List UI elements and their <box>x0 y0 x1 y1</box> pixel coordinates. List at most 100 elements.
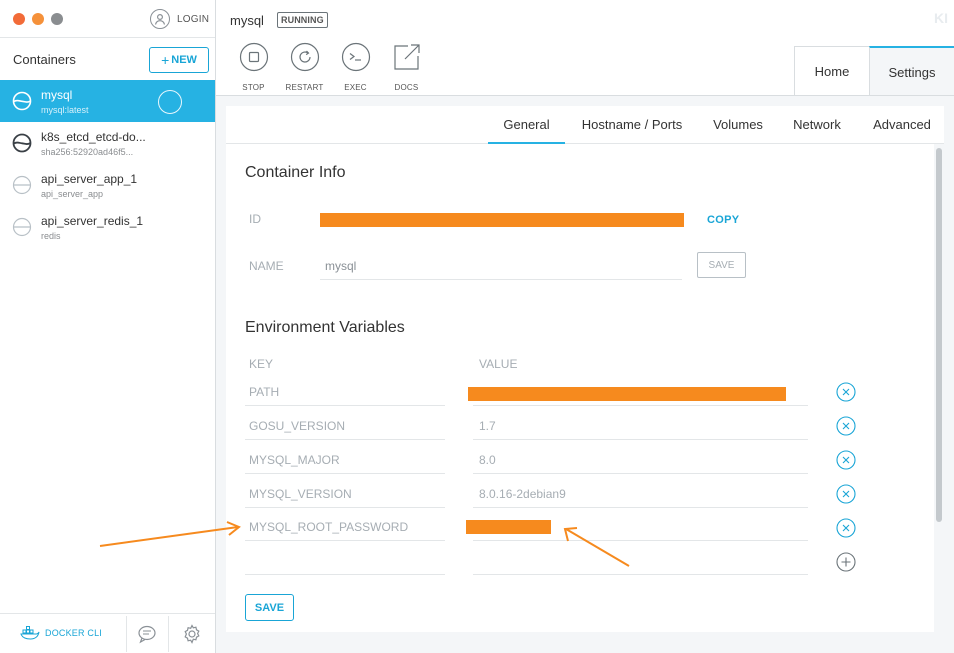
add-env-icon[interactable] <box>836 552 856 572</box>
new-key-input[interactable] <box>245 574 445 575</box>
kitematic-logo: KI <box>934 10 948 26</box>
stop-label: STOP <box>242 83 265 92</box>
key-underline <box>245 405 445 406</box>
container-list: mysql mysql:latest k8s_etcd_etcd-do... s… <box>0 80 215 248</box>
value-underline <box>473 507 808 508</box>
key-underline <box>245 473 445 474</box>
remove-env-icon[interactable] <box>836 518 856 538</box>
window-maximize-button[interactable] <box>51 13 63 25</box>
subtab-advanced[interactable]: Advanced <box>866 106 938 144</box>
container-running-icon <box>12 91 32 111</box>
containers-title: Containers <box>13 52 76 67</box>
env-key-input[interactable]: MYSQL_ROOT_PASSWORD <box>249 520 408 534</box>
subtab-volumes[interactable]: Volumes <box>706 106 770 144</box>
env-value-input[interactable]: 1.7 <box>479 419 496 433</box>
key-underline <box>245 507 445 508</box>
id-label: ID <box>249 212 261 226</box>
container-image: sha256:52920ad46f5... <box>41 147 134 157</box>
subtab-general[interactable]: General <box>488 106 565 144</box>
container-item-k8s-etcd[interactable]: k8s_etcd_etcd-do... sha256:52920ad46f5..… <box>0 122 215 164</box>
settings-subtabs: General Hostname / Ports Volumes Network… <box>226 106 944 144</box>
divider <box>126 616 127 652</box>
value-underline <box>473 540 808 541</box>
container-item-mysql[interactable]: mysql mysql:latest <box>0 80 215 122</box>
gear-icon <box>184 624 200 644</box>
subtab-network[interactable]: Network <box>786 106 848 144</box>
sidebar-footer: DOCKER CLI <box>0 613 215 653</box>
remove-env-icon[interactable] <box>836 450 856 470</box>
window-minimize-button[interactable] <box>32 13 44 25</box>
docker-whale-icon <box>20 626 40 640</box>
status-badge: RUNNING <box>277 12 328 28</box>
general-settings-content: Container Info ID COPY NAME mysql SAVE E… <box>226 144 934 632</box>
restart-button[interactable]: RESTART <box>279 42 330 92</box>
container-name: api_server_app_1 <box>41 172 138 186</box>
container-id-redacted <box>320 213 684 227</box>
exec-icon <box>341 42 370 72</box>
scrollbar[interactable] <box>934 144 944 632</box>
container-item-api-server-app[interactable]: api_server_app_1 api_server_app <box>0 164 215 206</box>
new-button-label: NEW <box>171 54 197 66</box>
env-key-input[interactable]: MYSQL_VERSION <box>249 487 352 501</box>
save-env-button[interactable]: SAVE <box>245 594 294 621</box>
container-image: redis <box>41 231 61 241</box>
value-header: VALUE <box>479 357 518 371</box>
user-icon <box>150 9 170 29</box>
restart-label: RESTART <box>285 83 324 92</box>
remove-env-icon[interactable] <box>836 484 856 504</box>
container-image: mysql:latest <box>41 105 89 115</box>
name-input[interactable]: mysql <box>325 259 356 273</box>
remove-env-icon[interactable] <box>836 382 856 402</box>
env-key-input[interactable]: GOSU_VERSION <box>249 419 345 433</box>
container-running-icon <box>12 133 32 153</box>
key-underline <box>245 439 445 440</box>
env-value-redacted <box>466 520 551 534</box>
copy-id-button[interactable]: COPY <box>707 214 739 226</box>
preferences-button[interactable] <box>182 624 202 649</box>
stop-button[interactable]: STOP <box>228 42 279 92</box>
docs-button[interactable]: DOCS <box>381 42 432 92</box>
action-toolbar: STOP RESTART EXEC DOCS <box>228 42 432 92</box>
container-item-api-server-redis[interactable]: api_server_redis_1 redis <box>0 206 215 248</box>
docker-cli-button[interactable]: DOCKER CLI <box>20 624 102 642</box>
container-info-title: Container Info <box>245 164 346 181</box>
docs-label: DOCS <box>394 83 419 92</box>
env-value-input[interactable]: 8.0.16-2debian9 <box>479 487 566 501</box>
container-name: k8s_etcd_etcd-do... <box>41 130 146 144</box>
new-value-input[interactable] <box>473 574 808 575</box>
sidebar: LOGIN Containers + NEW mysql mysql:lates… <box>0 0 216 653</box>
plus-icon: + <box>161 52 170 68</box>
docs-icon <box>393 44 420 70</box>
exec-button[interactable]: EXEC <box>330 42 381 92</box>
main-area: mysql RUNNING KI STOP RESTART EXEC DOCS … <box>216 0 954 653</box>
container-header: mysql RUNNING KI <box>216 0 954 38</box>
value-underline <box>473 405 808 406</box>
container-stopped-icon <box>12 217 32 237</box>
save-name-button[interactable]: SAVE <box>697 252 746 278</box>
chat-bubble-icon <box>138 625 156 644</box>
divider <box>168 616 169 652</box>
feedback-button[interactable] <box>137 624 157 649</box>
window-close-button[interactable] <box>13 13 25 25</box>
container-title: mysql <box>230 13 264 28</box>
subtab-hostname-ports[interactable]: Hostname / Ports <box>576 106 688 144</box>
name-label: NAME <box>249 259 284 273</box>
new-container-button[interactable]: + NEW <box>149 47 209 73</box>
settings-panel: General Hostname / Ports Volumes Network… <box>216 95 954 653</box>
scrollbar-thumb[interactable] <box>936 148 942 522</box>
env-key-input[interactable]: MYSQL_MAJOR <box>249 453 340 467</box>
stop-icon <box>239 42 268 72</box>
exec-label: EXEC <box>344 83 367 92</box>
tab-settings[interactable]: Settings <box>869 46 954 96</box>
env-value-input[interactable]: 8.0 <box>479 453 496 467</box>
remove-env-icon[interactable] <box>836 416 856 436</box>
env-vars-title: Environment Variables <box>245 319 405 336</box>
tab-home[interactable]: Home <box>794 46 869 96</box>
env-key-input[interactable]: PATH <box>249 385 279 399</box>
value-underline <box>473 473 808 474</box>
login-label: LOGIN <box>177 13 210 25</box>
key-underline <box>245 540 445 541</box>
login-button[interactable]: LOGIN <box>150 9 209 29</box>
container-name: mysql <box>41 88 73 102</box>
loading-spinner-icon <box>158 90 182 114</box>
